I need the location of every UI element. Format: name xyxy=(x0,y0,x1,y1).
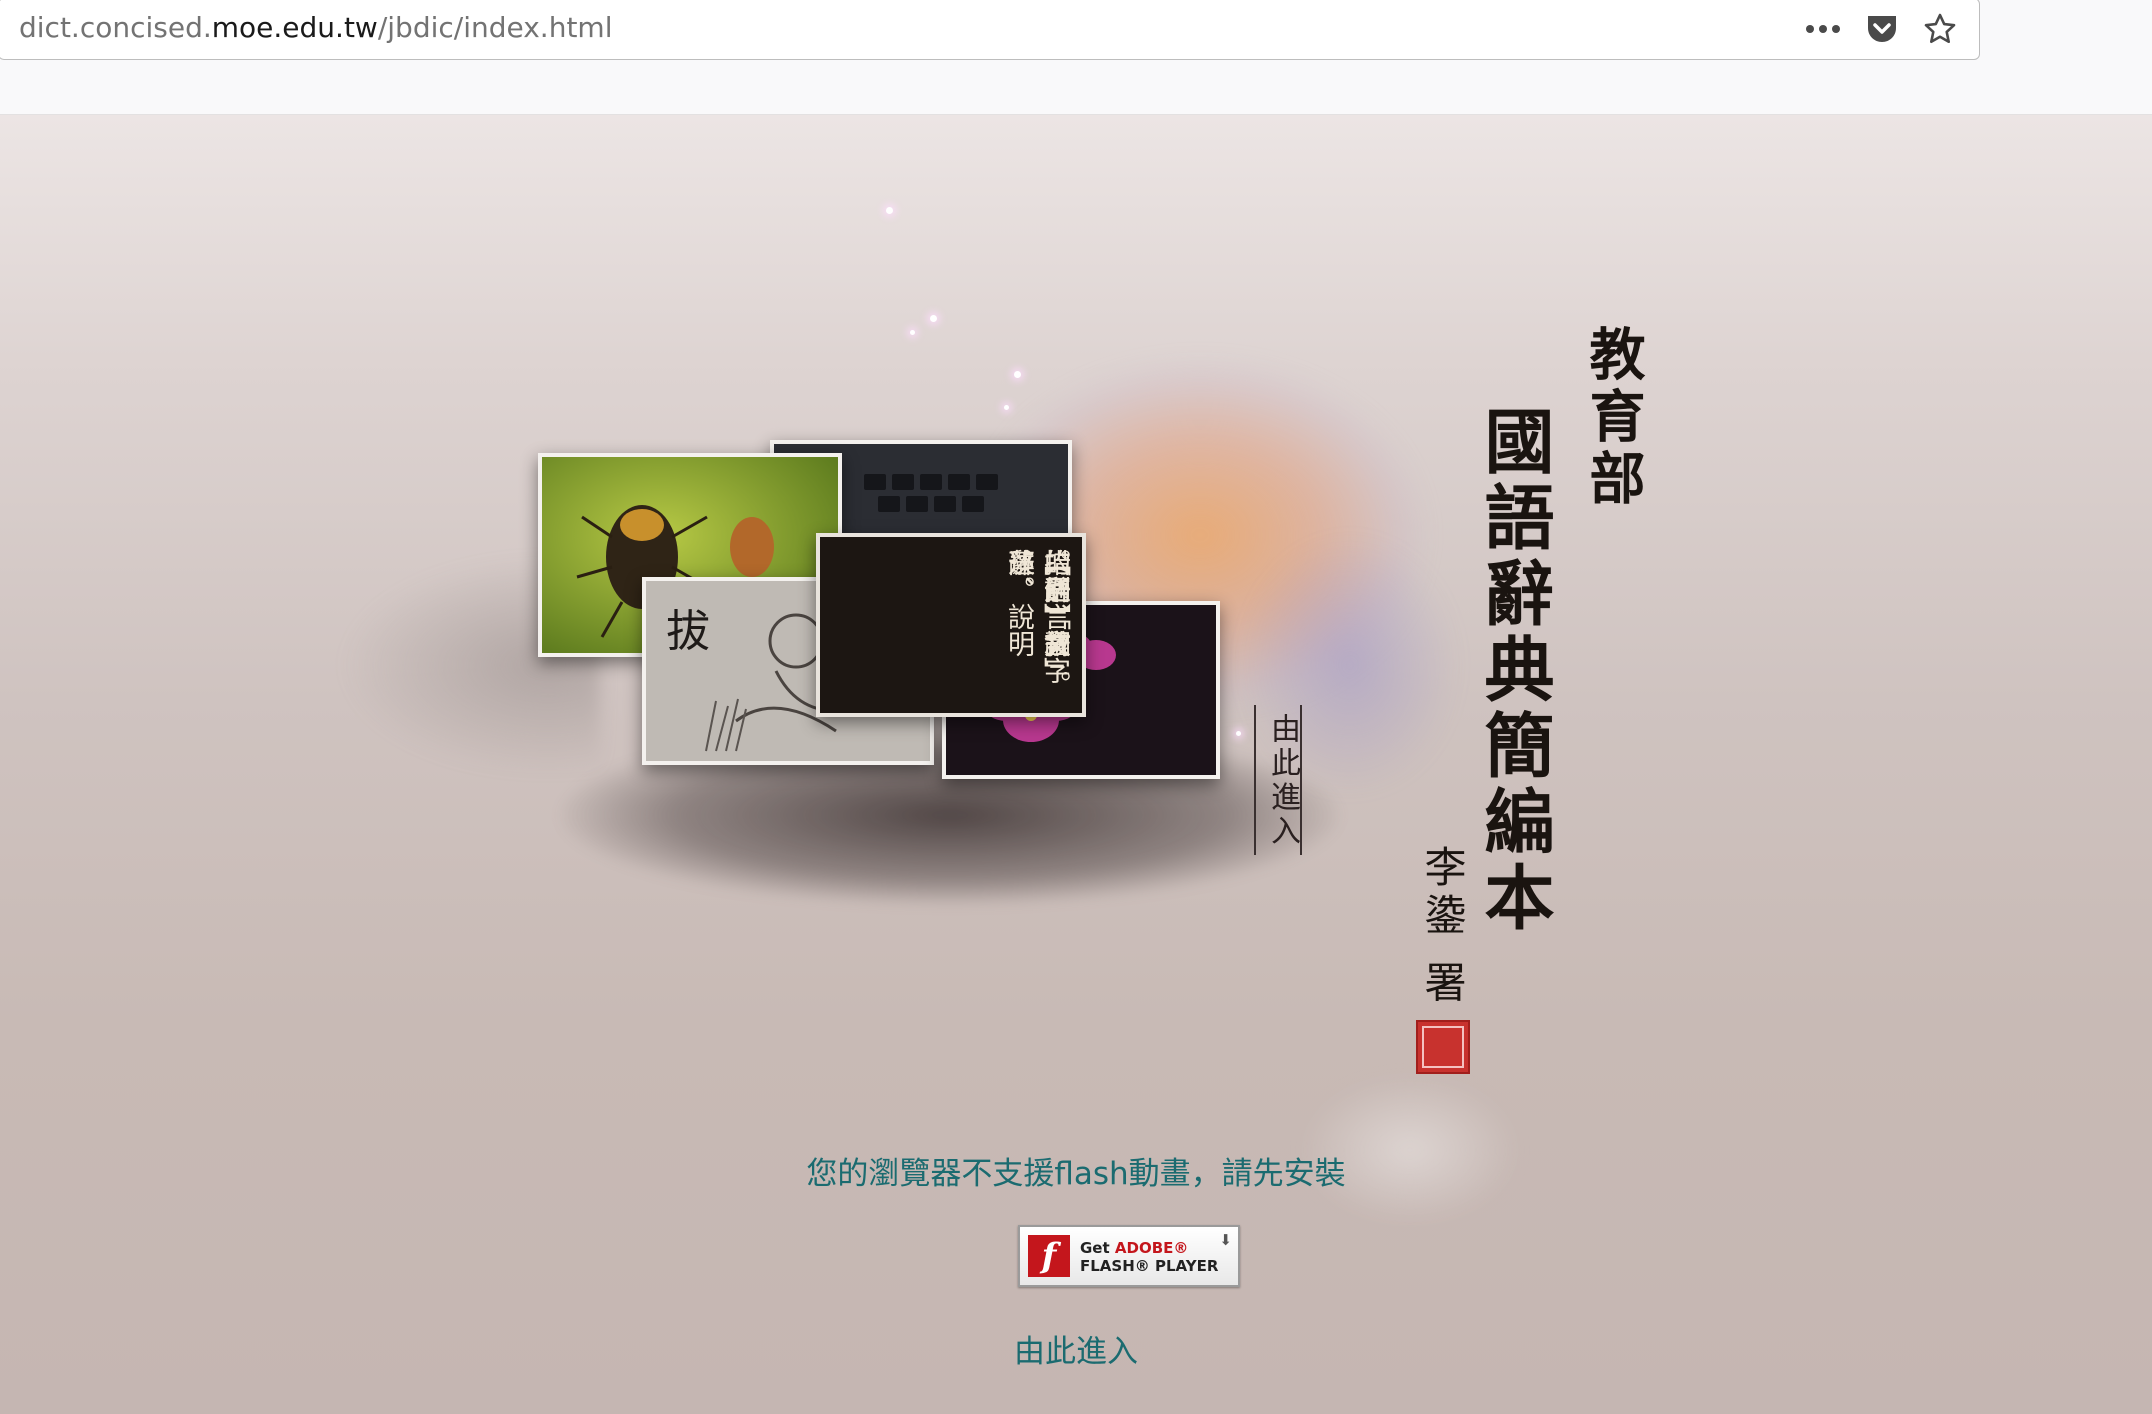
flash-product-label: FLASH® PLAYER xyxy=(1080,1257,1219,1275)
flash-adobe-label: ADOBE® xyxy=(1114,1239,1189,1257)
sketch-character: 拔 xyxy=(666,606,710,657)
entry-badge-label: 由此進入 xyxy=(1265,713,1300,849)
enter-link[interactable]: 由此進入 xyxy=(0,1326,2152,1371)
ministry-title: 教育部 xyxy=(1580,325,1646,511)
entry-badge[interactable]: 由此進入 xyxy=(1254,705,1302,855)
address-bar[interactable]: dict.concised.moe.edu.tw/jbdic/index.htm… xyxy=(0,0,1980,60)
bookmark-star-icon[interactable] xyxy=(1923,12,1957,46)
address-bar-actions xyxy=(1805,9,1957,49)
url-prefix: dict.concised. xyxy=(19,11,212,44)
get-flash-player-button[interactable]: f Get ADOBE® FLASH® PLAYER ⬇ xyxy=(1018,1225,1240,1287)
page-content: 拔 【辭】敘述、說明 的語言文字 。通「詞」。 「例」言辭、 措辭、辭藻。 由此… xyxy=(0,115,2152,1414)
sparkle xyxy=(1236,731,1241,736)
url-host: moe.edu.tw xyxy=(211,11,378,44)
sparkle xyxy=(1004,405,1009,410)
red-seal-stamp xyxy=(1416,1020,1470,1074)
flash-logo-icon: f xyxy=(1028,1235,1070,1277)
browser-toolbar: dict.concised.moe.edu.tw/jbdic/index.htm… xyxy=(0,0,2152,115)
download-arrow-icon: ⬇ xyxy=(1219,1231,1232,1249)
pocket-icon[interactable] xyxy=(1865,13,1899,45)
url-text[interactable]: dict.concised.moe.edu.tw/jbdic/index.htm… xyxy=(19,11,612,44)
page-actions-menu-icon[interactable] xyxy=(1805,24,1841,34)
definition-line: 措辭、辭藻。 xyxy=(1003,549,1070,657)
dictionary-title: 國語辭典簡編本 xyxy=(1473,405,1556,937)
sparkle xyxy=(930,315,937,322)
url-path: /jbdic/index.html xyxy=(377,11,613,44)
flash-button-text: Get ADOBE® FLASH® PLAYER xyxy=(1080,1239,1218,1275)
author-signature: 李鍌 署 xyxy=(1418,845,1467,1009)
flash-notice: 您的瀏覽器不支援flash動畫，請先安裝 xyxy=(806,1156,1346,1192)
sparkle xyxy=(910,330,915,335)
sparkle xyxy=(1014,371,1021,378)
definition-card: 【辭】敘述、說明 的語言文字 。通「詞」。 「例」言辭、 措辭、辭藻。 xyxy=(816,533,1086,717)
flash-get-label: Get xyxy=(1080,1239,1110,1257)
sparkle xyxy=(886,207,893,214)
